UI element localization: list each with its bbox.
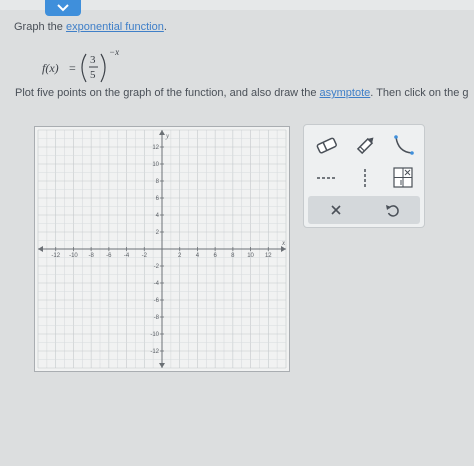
coordinate-grid[interactable]: xy-12 -10 -8 -6 -4 -2 2 4 6 8 10 1212108642-2-4-6-8… xyxy=(35,127,289,371)
function-help-icon xyxy=(393,167,413,188)
y-tick-label: 6 xyxy=(156,196,160,202)
undo-button[interactable] xyxy=(364,196,420,224)
x-tick-label: -8 xyxy=(88,253,94,259)
close-icon xyxy=(331,205,341,215)
horizontal-dashed-line-icon xyxy=(317,177,337,179)
clear-button[interactable] xyxy=(308,196,364,224)
undo-icon xyxy=(386,205,399,217)
instruction2-prefix: Plot five points on the graph of the fun… xyxy=(15,87,320,99)
formula-equals: = xyxy=(69,61,76,75)
vertical-asymptote-tool[interactable] xyxy=(350,166,380,190)
y-tick-label: -10 xyxy=(150,332,159,338)
formula-fx: f(x) xyxy=(42,61,59,75)
tool-footer xyxy=(308,196,420,224)
x-tick-label: 2 xyxy=(178,253,182,259)
instruction-suffix: . xyxy=(163,21,167,33)
instruction-text: Graph the exponential function. xyxy=(14,21,167,33)
y-tick-label: -12 xyxy=(150,349,159,355)
y-axis-arrow-down xyxy=(159,363,165,368)
y-tick-label: 12 xyxy=(152,145,159,151)
help-tool[interactable] xyxy=(388,166,418,190)
y-tick-label: -2 xyxy=(154,264,160,270)
x-tick-label: 4 xyxy=(196,253,200,259)
pencil-icon xyxy=(356,137,374,155)
y-axis-label: y xyxy=(165,132,170,140)
y-tick-label: -4 xyxy=(154,281,160,287)
curve-tool[interactable] xyxy=(388,134,418,158)
eraser-icon xyxy=(316,137,337,154)
chevron-down-icon xyxy=(57,4,69,12)
exponential-function-link[interactable]: exponential function xyxy=(66,21,164,33)
formula-denominator: 5 xyxy=(90,69,96,81)
y-tick-label: 4 xyxy=(156,213,160,219)
y-tick-label: -8 xyxy=(154,315,160,321)
x-tick-label: 10 xyxy=(247,253,254,259)
instruction-text-2: Plot five points on the graph of the fun… xyxy=(15,87,469,99)
y-tick-label: 10 xyxy=(152,162,159,168)
horizontal-asymptote-tool[interactable] xyxy=(312,166,342,190)
collapse-tab[interactable] xyxy=(45,0,81,16)
exponential-curve-icon xyxy=(394,135,414,155)
x-tick-label: 6 xyxy=(213,253,217,259)
y-tick-label: 2 xyxy=(156,230,160,236)
x-tick-label: -2 xyxy=(142,253,148,259)
asymptote-link[interactable]: asymptote xyxy=(320,87,371,99)
x-tick-label: -4 xyxy=(124,253,130,259)
x-tick-label: 12 xyxy=(265,253,272,259)
tool-panel xyxy=(303,124,425,228)
y-axis-arrow-up xyxy=(159,130,165,135)
pencil-tool[interactable] xyxy=(350,134,380,158)
x-tick-label: -12 xyxy=(51,253,60,259)
instruction-prefix: Graph the xyxy=(14,21,66,33)
formula-exponent: −x xyxy=(109,47,119,57)
y-tick-label: 8 xyxy=(156,179,160,185)
formula-numerator: 3 xyxy=(90,54,96,66)
function-formula: f(x) = 3 5 −x xyxy=(42,47,119,83)
x-tick-label: -10 xyxy=(69,253,78,259)
graph-panel[interactable]: x y -12 -10 -8 -6 -4 -2 2 4 6 8 10 12 12 10 8 6 4 2 -2 -4 -6 -8… xyxy=(34,126,290,372)
eraser-tool[interactable] xyxy=(312,134,342,158)
vertical-dashed-line-icon xyxy=(364,169,366,187)
x-tick-label: -6 xyxy=(106,253,112,259)
right-paren xyxy=(100,53,106,83)
x-tick-label: 8 xyxy=(231,253,235,259)
instruction2-suffix: . Then click on the g xyxy=(370,87,469,99)
x-axis-arrow-left xyxy=(38,246,43,252)
left-paren xyxy=(81,53,87,83)
y-tick-label: -6 xyxy=(154,298,160,304)
